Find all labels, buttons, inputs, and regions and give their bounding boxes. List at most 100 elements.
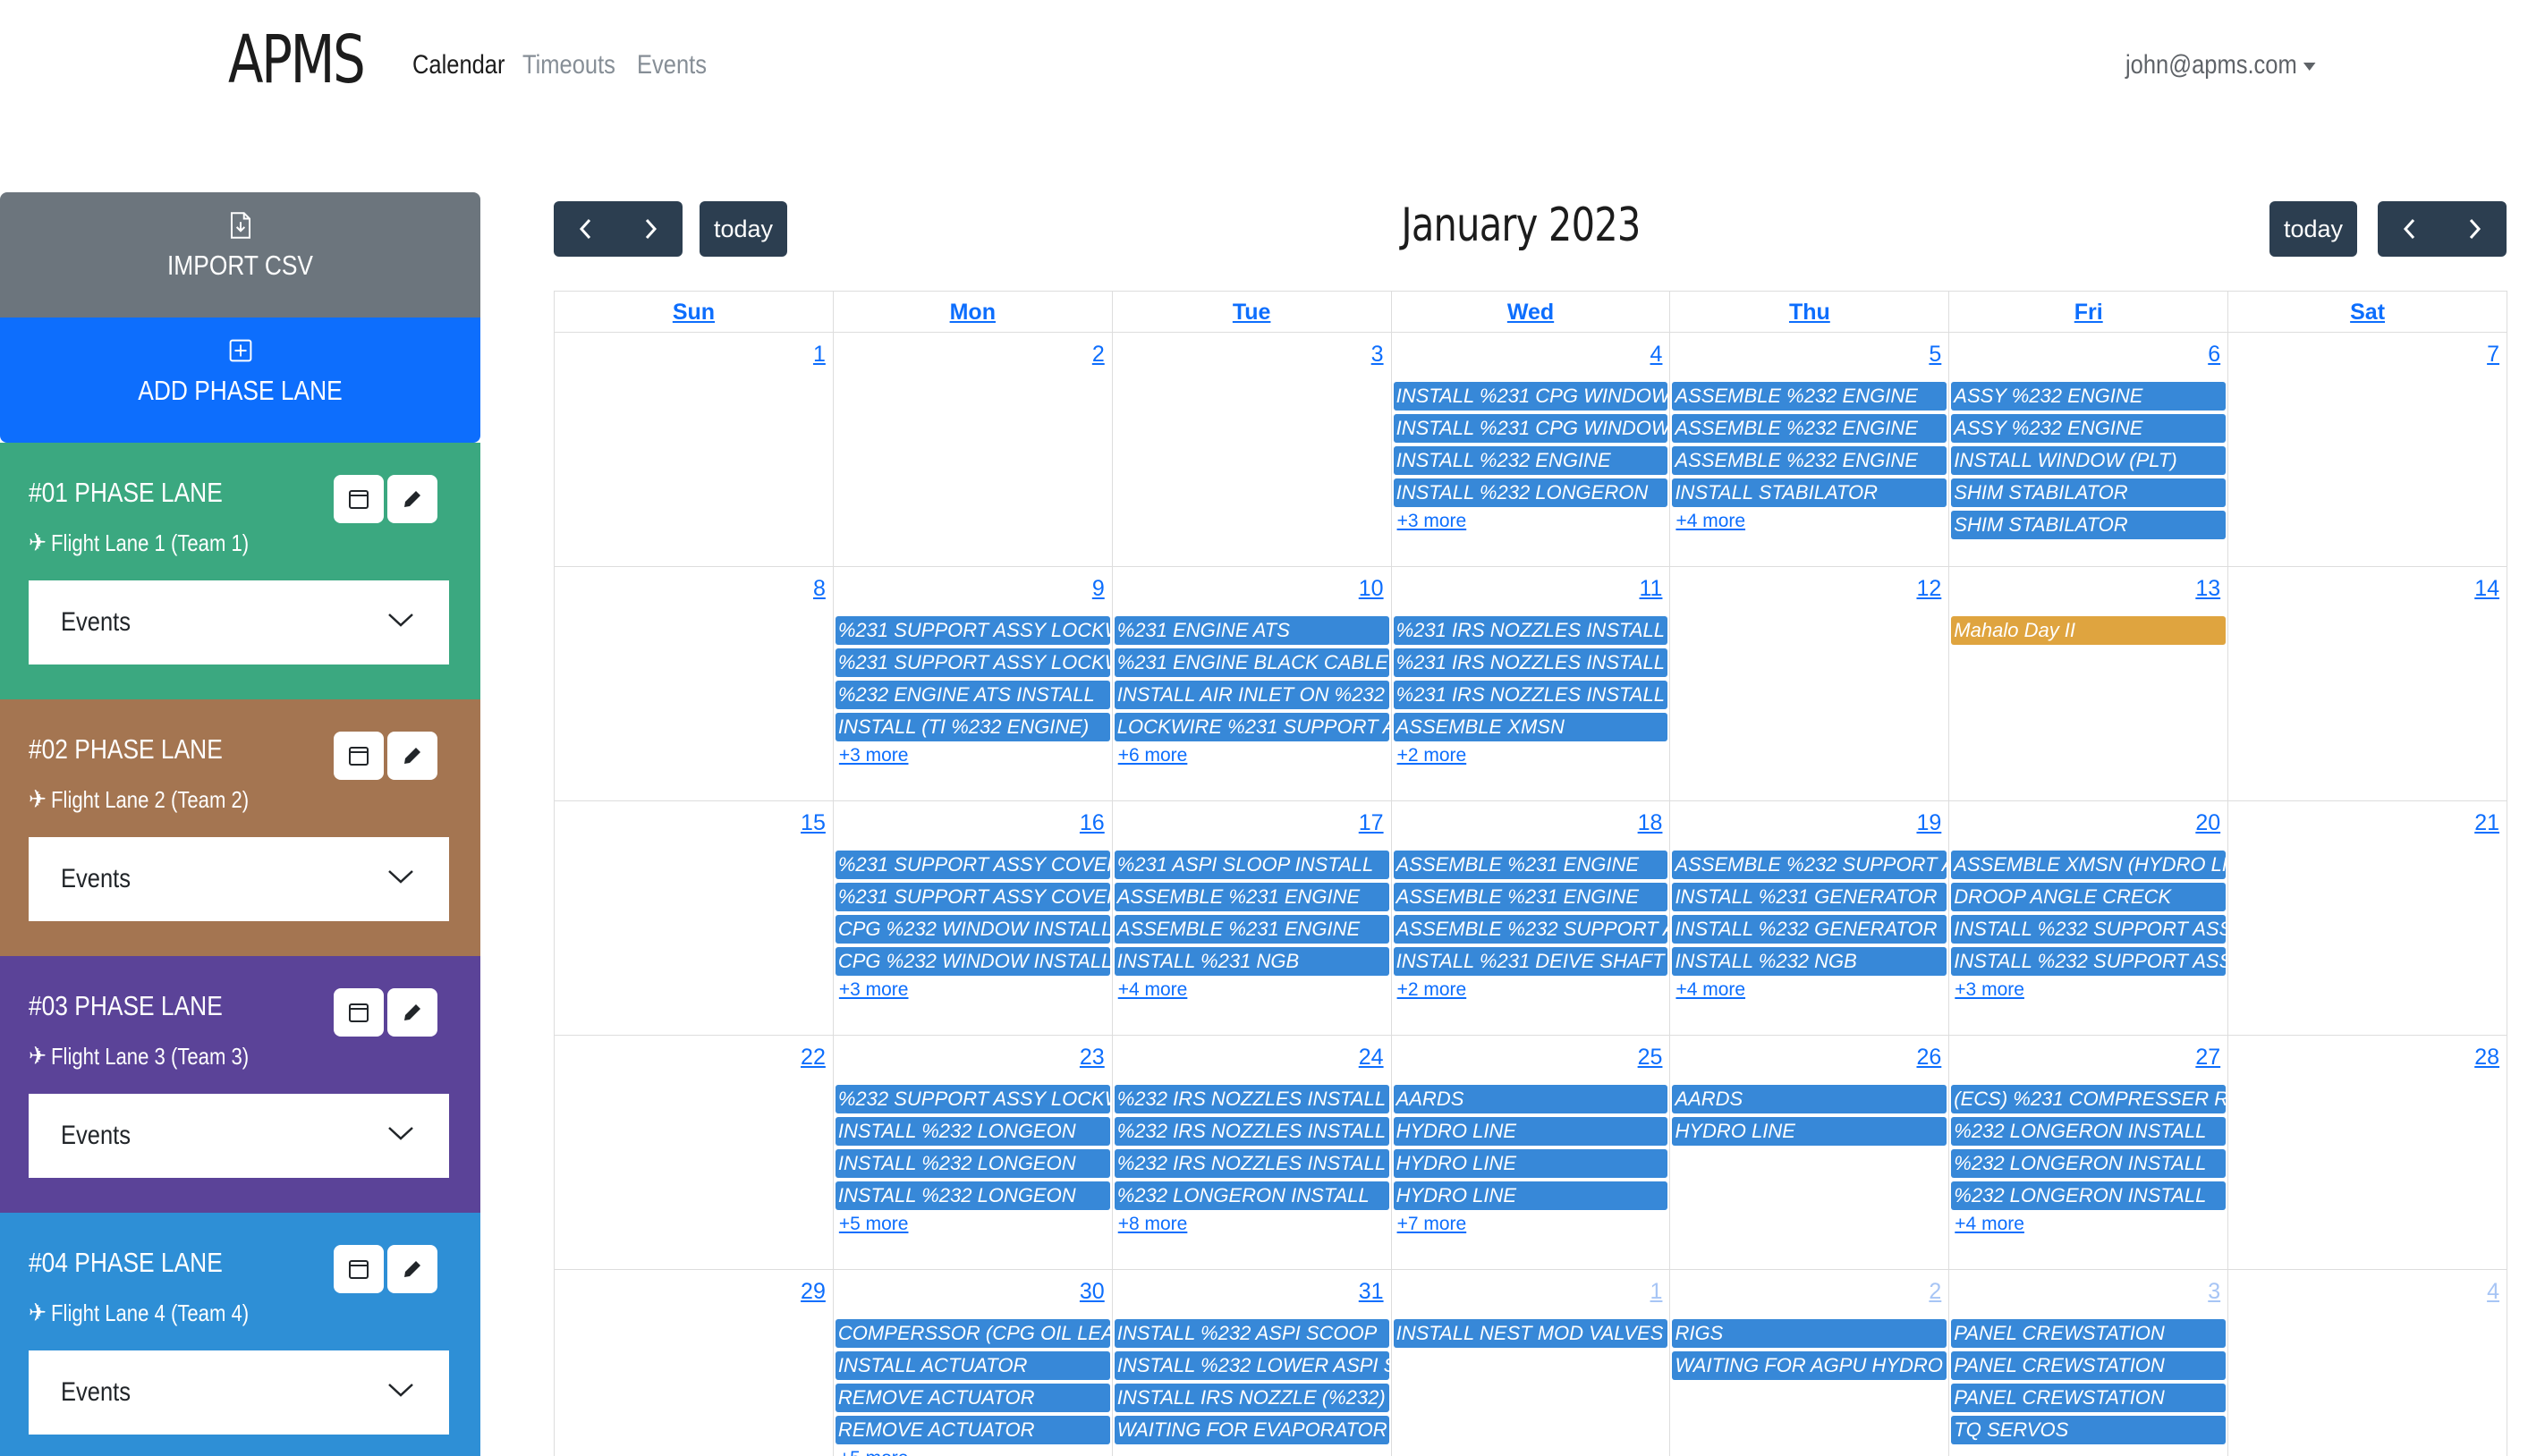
calendar-event[interactable]: INSTALL %232 ASPI SCOOP xyxy=(1114,1319,1389,1348)
day-cell[interactable]: 21 xyxy=(2228,801,2508,1035)
prev-month-button[interactable] xyxy=(554,201,618,257)
calendar-event[interactable]: %232 IRS NOZZLES INSTALL xyxy=(1114,1117,1389,1146)
day-cell[interactable]: 7 xyxy=(2228,333,2508,566)
day-cell[interactable]: 24 %232 IRS NOZZLES INSTALL %232 IRS NOZZL… xyxy=(1113,1036,1392,1269)
day-number-link[interactable]: 15 xyxy=(801,810,826,836)
calendar-event[interactable]: REMOVE ACTUATOR xyxy=(835,1384,1110,1412)
day-of-week-tue[interactable]: Tue xyxy=(1113,292,1392,332)
day-cell[interactable]: 18 ASSEMBLE %231 ENGINE ASSEMBLE %231 ENGI… xyxy=(1392,801,1671,1035)
calendar-event[interactable]: ASSEMBLE %232 ENGINE xyxy=(1672,382,1947,411)
calendar-event[interactable]: REMOVE ACTUATOR xyxy=(835,1416,1110,1444)
calendar-event[interactable]: %231 ENGINE BLACK CABLE xyxy=(1114,648,1389,677)
day-of-week-sun[interactable]: Sun xyxy=(555,292,834,332)
day-number-link[interactable]: 21 xyxy=(2474,810,2499,836)
day-cell[interactable]: 20 ASSEMBLE XMSN (HYDRO LINE) DROOP ANGLE … xyxy=(1949,801,2229,1035)
calendar-event[interactable]: ASSEMBLE %231 ENGINE xyxy=(1114,883,1389,911)
holiday-event[interactable]: Mahalo Day II xyxy=(1951,616,2227,645)
calendar-event[interactable]: WAITING FOR AGPU HYDRO xyxy=(1672,1351,1947,1380)
lane-events-dropdown[interactable]: Events xyxy=(29,1350,449,1435)
day-cell[interactable]: 22 xyxy=(555,1036,834,1269)
day-number-link[interactable]: 8 xyxy=(813,576,826,602)
calendar-event[interactable]: ASSEMBLE XMSN (HYDRO LINE) xyxy=(1951,851,2227,879)
calendar-event[interactable]: CPG %232 WINDOW INSTALL xyxy=(835,915,1110,944)
calendar-event[interactable]: AARDS xyxy=(1393,1085,1668,1113)
day-cell[interactable]: 1 INSTALL NEST MOD VALVES xyxy=(1392,1270,1671,1456)
calendar-event[interactable]: RIGS xyxy=(1672,1319,1947,1348)
day-cell[interactable]: 19 ASSEMBLE %232 SUPPORT ASSY INSTALL %231… xyxy=(1670,801,1950,1035)
day-number-link[interactable]: 9 xyxy=(1092,576,1105,602)
day-number-link[interactable]: 11 xyxy=(1639,576,1662,602)
add-phase-lane-button[interactable]: ADD PHASE LANE xyxy=(0,317,480,443)
day-number-link[interactable]: 4 xyxy=(2487,1279,2499,1305)
day-number-link[interactable]: 25 xyxy=(1638,1045,1663,1071)
calendar-event[interactable]: %232 ENGINE ATS INSTALL xyxy=(835,681,1110,709)
calendar-event[interactable]: %231 SUPPORT ASSY LOCKWIRE xyxy=(835,616,1110,645)
lane-edit-button[interactable] xyxy=(387,475,437,523)
lane-calendar-button[interactable] xyxy=(334,732,384,780)
calendar-event[interactable]: AARDS xyxy=(1672,1085,1947,1113)
day-cell[interactable]: 2 xyxy=(834,333,1113,566)
calendar-event[interactable]: INSTALL IRS NOZZLE (%232) xyxy=(1114,1384,1389,1412)
more-events-link[interactable]: +5 more xyxy=(836,1448,909,1456)
day-number-link[interactable]: 7 xyxy=(2487,342,2499,368)
day-of-week-wed[interactable]: Wed xyxy=(1392,292,1671,332)
day-number-link[interactable]: 3 xyxy=(2208,1279,2220,1305)
day-number-link[interactable]: 3 xyxy=(1371,342,1384,368)
calendar-event[interactable]: %232 IRS NOZZLES INSTALL xyxy=(1114,1149,1389,1178)
more-events-link[interactable]: +7 more xyxy=(1394,1214,1467,1235)
calendar-event[interactable]: PANEL CREWSTATION xyxy=(1951,1384,2227,1412)
day-cell[interactable]: 25 AARDS HYDRO LINE HYDRO LINE HYDRO LINE +7 … xyxy=(1392,1036,1671,1269)
day-cell[interactable]: 31 INSTALL %232 ASPI SCOOP INSTALL %232 LO… xyxy=(1113,1270,1392,1456)
day-number-link[interactable]: 26 xyxy=(1916,1045,1941,1071)
day-number-link[interactable]: 4 xyxy=(1650,342,1663,368)
calendar-event[interactable]: HYDRO LINE xyxy=(1393,1181,1668,1210)
calendar-event[interactable]: INSTALL WINDOW (PLT) xyxy=(1951,446,2227,475)
calendar-event[interactable]: INSTALL %232 GENERATOR xyxy=(1672,915,1947,944)
calendar-event[interactable]: COMPERSSOR (CPG OIL LEAK) xyxy=(835,1319,1110,1348)
calendar-event[interactable]: %232 LONGERON INSTALL xyxy=(1951,1117,2227,1146)
brand-logo[interactable]: APMS xyxy=(228,21,366,98)
day-cell[interactable]: 3 PANEL CREWSTATION PANEL CREWSTATION PANEL… xyxy=(1949,1270,2229,1456)
calendar-event[interactable]: %232 SUPPORT ASSY LOCKWIRE xyxy=(835,1085,1110,1113)
calendar-event[interactable]: INSTALL %232 SUPPORT ASSY xyxy=(1951,947,2227,976)
day-number-link[interactable]: 30 xyxy=(1080,1279,1105,1305)
day-cell[interactable]: 26 AARDS HYDRO LINE xyxy=(1670,1036,1950,1269)
calendar-event[interactable]: %232 LONGERON INSTALL xyxy=(1951,1149,2227,1178)
calendar-event[interactable]: %231 IRS NOZZLES INSTALL xyxy=(1393,616,1668,645)
calendar-event[interactable]: TQ SERVOS xyxy=(1951,1416,2227,1444)
day-number-link[interactable]: 28 xyxy=(2474,1045,2499,1071)
calendar-event[interactable]: INSTALL %232 SUPPORT ASSY xyxy=(1951,915,2227,944)
more-events-link[interactable]: +6 more xyxy=(1115,745,1188,766)
user-menu-dropdown[interactable]: john@apms.com xyxy=(2125,50,2316,80)
calendar-event[interactable]: INSTALL (TI %232 ENGINE) xyxy=(835,713,1110,741)
calendar-event[interactable]: INSTALL %232 LOWER ASPI SCOOP xyxy=(1114,1351,1389,1380)
more-events-link[interactable]: +3 more xyxy=(836,745,909,766)
more-events-link[interactable]: +2 more xyxy=(1394,745,1467,766)
day-cell[interactable]: 16 %231 SUPPORT ASSY COVER %231 SUPPORT AS… xyxy=(834,801,1113,1035)
calendar-event[interactable]: INSTALL STABILATOR xyxy=(1672,478,1947,507)
day-number-link[interactable]: 1 xyxy=(1650,1279,1663,1305)
day-number-link[interactable]: 13 xyxy=(2195,576,2220,602)
day-cell[interactable]: 28 xyxy=(2228,1036,2508,1269)
calendar-event[interactable]: SHIM STABILATOR xyxy=(1951,511,2227,539)
calendar-event[interactable]: HYDRO LINE xyxy=(1393,1117,1668,1146)
nav-link-timeouts[interactable]: Timeouts xyxy=(522,50,615,80)
day-number-link[interactable]: 29 xyxy=(801,1279,826,1305)
calendar-event[interactable]: %232 LONGERON INSTALL xyxy=(1114,1181,1389,1210)
calendar-event[interactable]: PANEL CREWSTATION xyxy=(1951,1351,2227,1380)
nav-link-calendar[interactable]: Calendar xyxy=(412,50,505,80)
calendar-event[interactable]: INSTALL ACTUATOR xyxy=(835,1351,1110,1380)
calendar-event[interactable]: ASSEMBLE %231 ENGINE xyxy=(1393,851,1668,879)
day-number-link[interactable]: 19 xyxy=(1916,810,1941,836)
more-events-link[interactable]: +4 more xyxy=(1672,979,1745,1001)
day-cell[interactable]: 8 xyxy=(555,567,834,800)
calendar-event[interactable]: INSTALL %232 LONGERON xyxy=(1393,478,1668,507)
more-events-link[interactable]: +4 more xyxy=(1672,511,1745,532)
import-csv-button[interactable]: IMPORT CSV xyxy=(0,192,480,317)
calendar-event[interactable]: HYDRO LINE xyxy=(1672,1117,1947,1146)
lane-edit-button[interactable] xyxy=(387,1245,437,1293)
more-events-link[interactable]: +3 more xyxy=(836,979,909,1001)
more-events-link[interactable]: +4 more xyxy=(1951,1214,2024,1235)
day-number-link[interactable]: 16 xyxy=(1080,810,1105,836)
calendar-event[interactable]: %232 LONGERON INSTALL xyxy=(1951,1181,2227,1210)
